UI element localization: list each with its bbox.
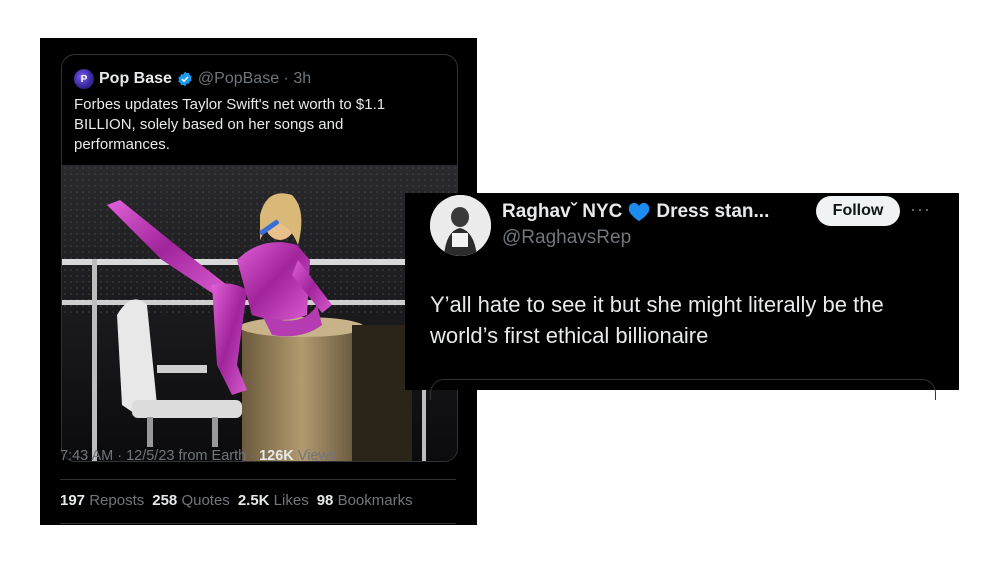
tweet-photo[interactable]: [62, 165, 457, 461]
quoted-tweet-card[interactable]: P Pop Base @PopBase · 3h Forbes updates …: [61, 54, 458, 462]
concert-photo: [62, 165, 457, 461]
avatar-photo: [430, 195, 491, 256]
reply-screenshot: Raghavˇ NYC Dress stan... @RaghavsRep Fo…: [405, 193, 959, 400]
likes-label: Likes: [273, 492, 309, 509]
bookmarks-stat[interactable]: 98 Bookmarks: [317, 492, 413, 509]
tweet-meta: 7:43 AM · 12/5/23 from Earth · 126K View…: [60, 448, 336, 464]
blue-heart-icon: [629, 202, 650, 222]
reposts-stat[interactable]: 197 Reposts: [60, 492, 144, 509]
timestamp[interactable]: 7:43 AM · 12/5/23 from Earth ·: [60, 448, 259, 464]
quotes-count: 258: [152, 492, 178, 509]
likes-stat[interactable]: 2.5K Likes: [238, 492, 309, 509]
embedded-card-edge[interactable]: [430, 379, 936, 400]
reply-name-suffix: Dress stan...: [656, 201, 770, 222]
reposts-label: Reposts: [89, 492, 145, 509]
quotes-stat[interactable]: 258 Quotes: [152, 492, 230, 509]
divider: [60, 523, 456, 524]
avatar[interactable]: P: [74, 69, 94, 89]
reply-text: Y’all hate to see it but she might liter…: [430, 292, 884, 348]
reply-name-text: Raghavˇ NYC: [502, 201, 623, 222]
bookmarks-label: Bookmarks: [337, 492, 413, 509]
quoted-tweet-header: P Pop Base @PopBase · 3h: [74, 67, 311, 91]
more-icon[interactable]: ···: [910, 199, 931, 220]
reply-avatar[interactable]: [430, 195, 491, 256]
verified-badge-icon: [178, 71, 192, 87]
reposts-count: 197: [60, 492, 86, 509]
divider: [60, 479, 456, 480]
author-name[interactable]: Pop Base: [99, 70, 172, 88]
avatar-initial: P: [80, 73, 88, 85]
engagement-stats: 197 Reposts 258 Quotes 2.5K Likes 98 Boo…: [60, 492, 413, 509]
likes-count: 2.5K: [237, 492, 270, 509]
follow-button[interactable]: Follow: [816, 196, 900, 226]
reply-author-name[interactable]: Raghavˇ NYC Dress stan...: [502, 201, 769, 223]
reply-author-handle[interactable]: @RaghavsRep: [502, 227, 631, 249]
bookmarks-count: 98: [316, 492, 334, 509]
views-count: 126K: [259, 448, 294, 464]
quotes-label: Quotes: [181, 492, 230, 509]
quoted-tweet-text: Forbes updates Taylor Swift's net worth …: [74, 96, 386, 153]
author-handle-time[interactable]: @PopBase · 3h: [198, 70, 311, 88]
views-label: Views: [293, 448, 337, 464]
